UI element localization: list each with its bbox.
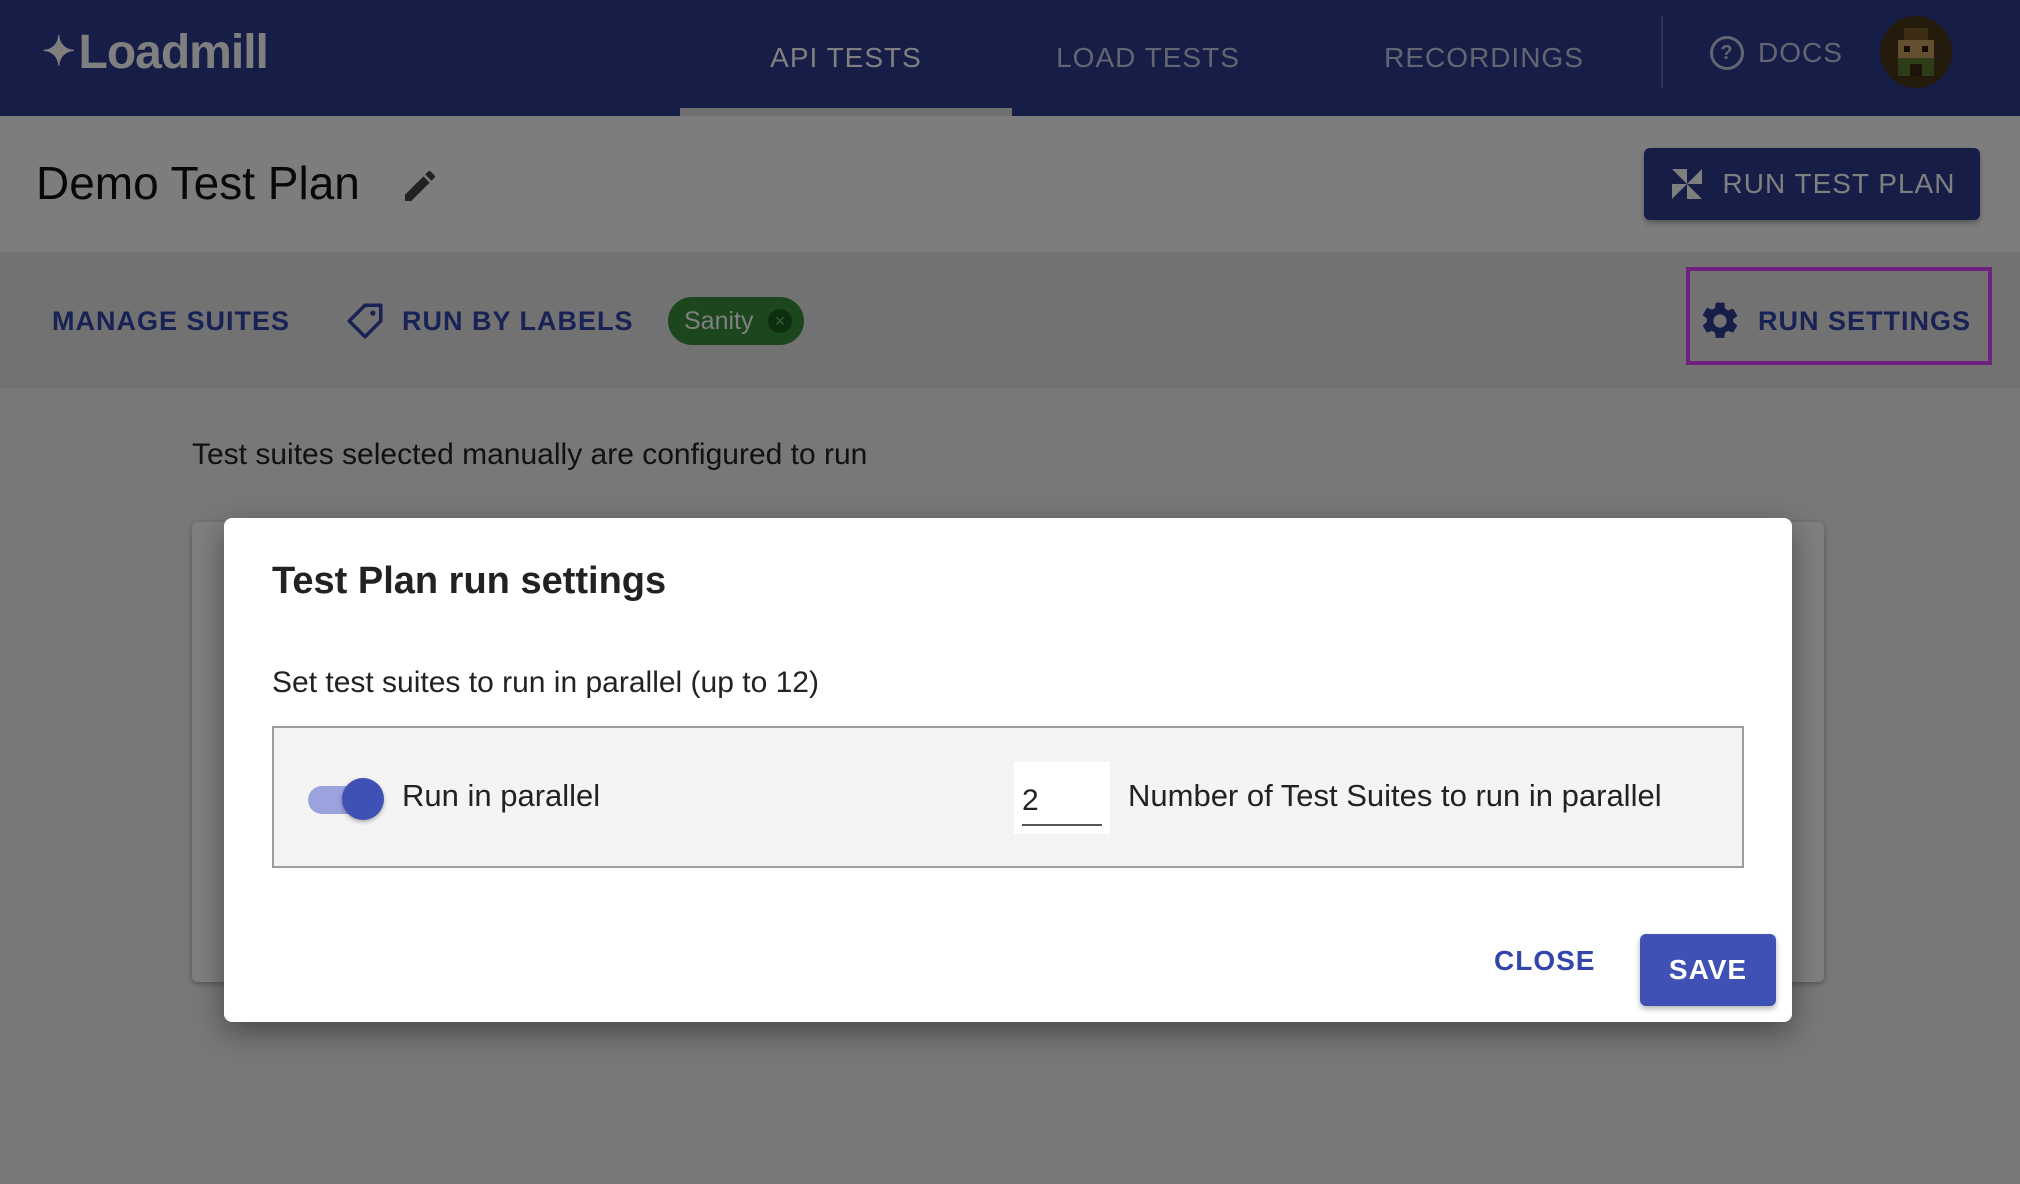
save-button-label: SAVE [1668, 954, 1748, 985]
run-in-parallel-label: Run in parallel [402, 778, 601, 813]
toggle-knob [342, 778, 384, 820]
dialog-subtitle: Set test suites to run in parallel (up t… [272, 666, 819, 699]
close-button-label: CLOSE [1494, 945, 1596, 976]
parallel-count-input[interactable] [1022, 778, 1102, 826]
run-in-parallel-toggle[interactable] [308, 778, 384, 820]
save-button[interactable]: SAVE [1640, 934, 1776, 1006]
parallel-settings-box: Run in parallel Number of Test Suites to… [272, 726, 1744, 868]
run-settings-dialog: Test Plan run settings Set test suites t… [224, 518, 1792, 1022]
parallel-count-label: Number of Test Suites to run in parallel [1128, 778, 1662, 813]
close-button[interactable]: CLOSE [1494, 938, 1595, 984]
dialog-title: Test Plan run settings [272, 560, 667, 602]
parallel-count-field [1014, 762, 1110, 834]
